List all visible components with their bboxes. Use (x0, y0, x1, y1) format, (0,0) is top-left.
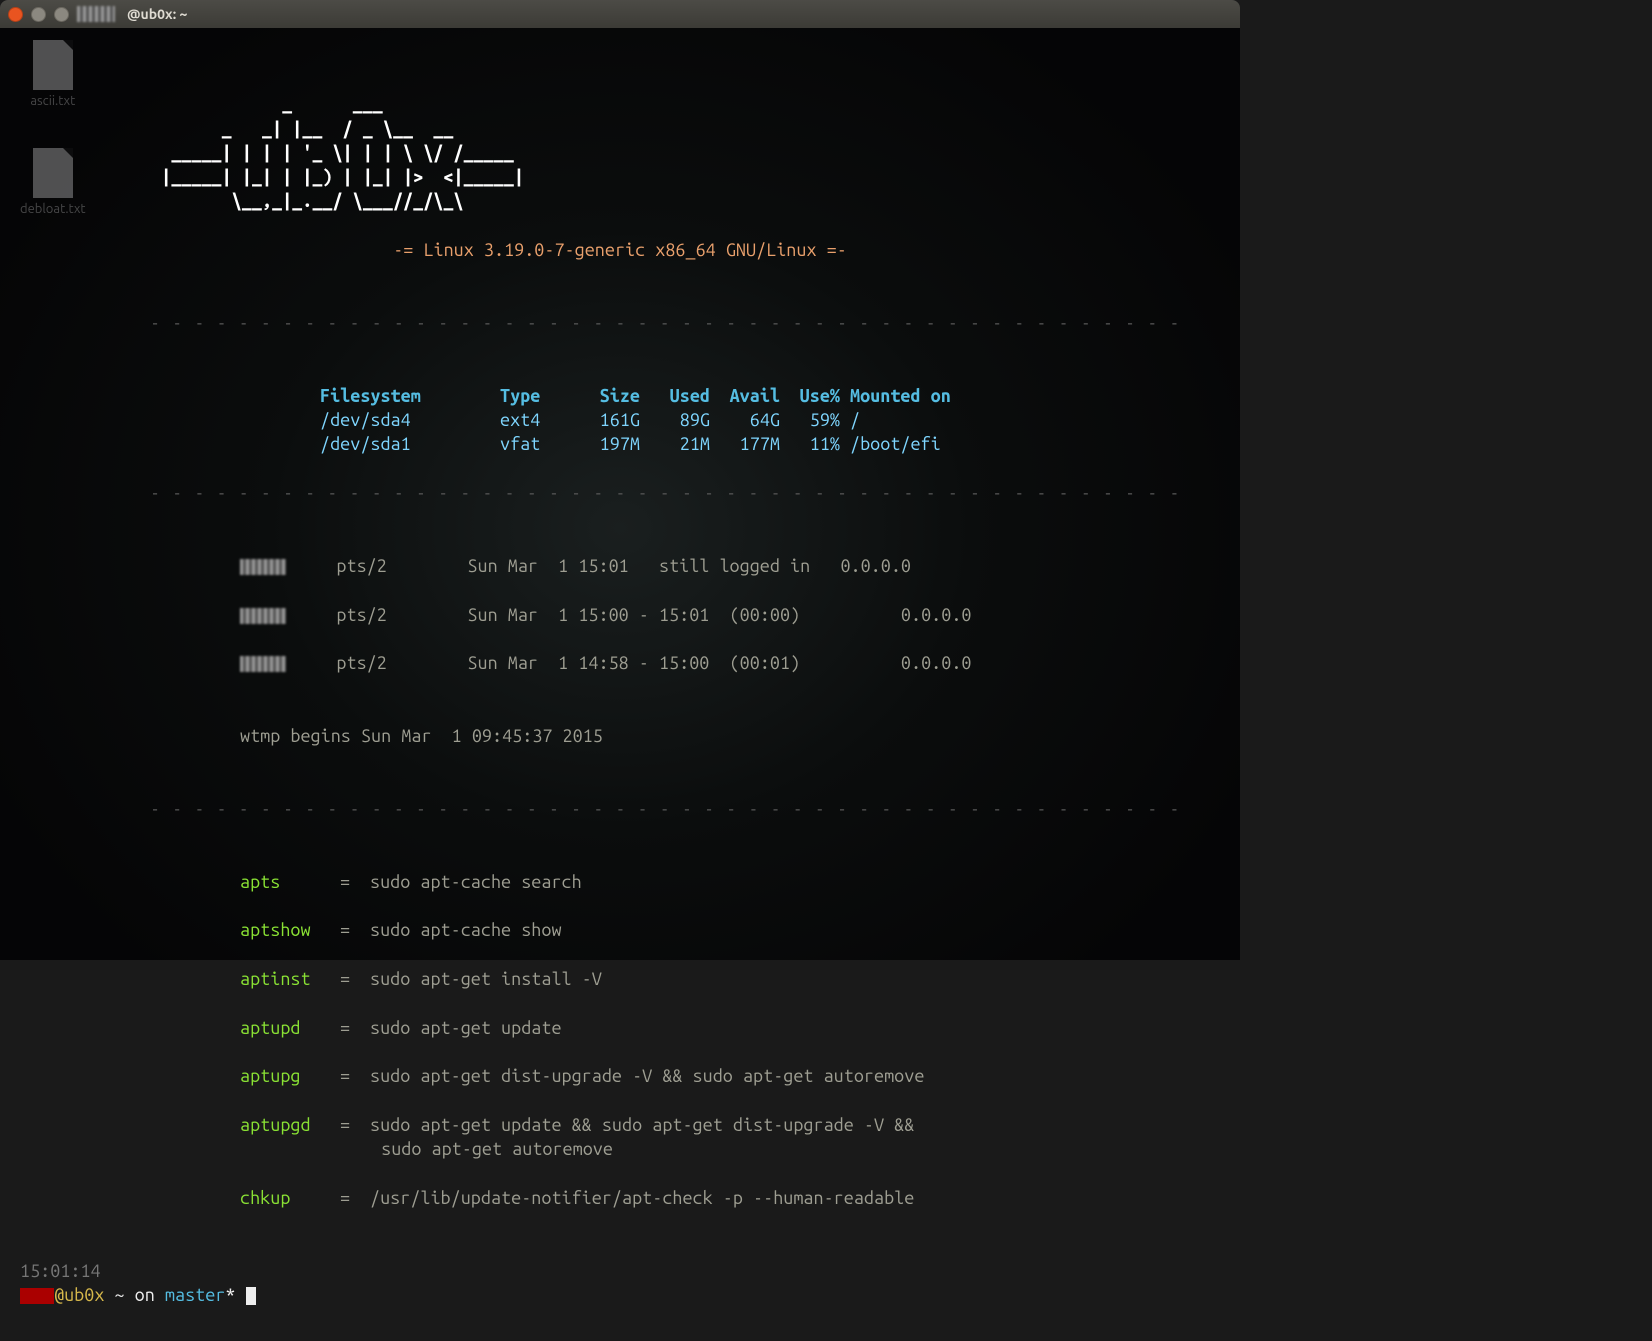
prompt[interactable]: @ub0x ~ on master* (20, 1285, 256, 1305)
alias-row: chkup=/usr/lib/update-notifier/apt-check… (20, 1186, 1220, 1210)
divider: - - - - - - - - - - - - - - - - - - - - … (20, 481, 1220, 505)
last-row: pts/2 Sun Mar 1 15:01 still logged in 0.… (20, 554, 1220, 578)
censored-username (240, 608, 286, 624)
censored-username (77, 6, 115, 22)
terminal-body[interactable]: _ ___ _ _| |__ / _ \__ __ _____| | | | '… (0, 28, 1240, 1341)
maximize-icon[interactable] (54, 7, 69, 22)
censored-username (240, 559, 286, 575)
alias-row: aptupd=sudo apt-get update (20, 1016, 1220, 1040)
fs-row: /dev/sda1vfat197M21M177M11%/boot/efi (320, 432, 1220, 456)
wtmp-line: wtmp begins Sun Mar 1 09:45:37 2015 (20, 724, 1220, 748)
prompt-time: 15:01:14 (20, 1261, 101, 1281)
cursor-icon (246, 1287, 256, 1305)
divider: - - - - - - - - - - - - - - - - - - - - … (20, 311, 1220, 335)
censored-username (240, 656, 286, 672)
divider: - - - - - - - - - - - - - - - - - - - - … (20, 797, 1220, 821)
terminal-window: @ub0x: ~ ascii.txt debloat.txt _ ___ _ _… (0, 0, 1240, 960)
alias-row: apts=sudo apt-cache search (20, 870, 1220, 894)
minimize-icon[interactable] (31, 7, 46, 22)
alias-row: aptinst=sudo apt-get install -V (20, 967, 1220, 991)
last-row: pts/2 Sun Mar 1 14:58 - 15:00 (00:01) 0.… (20, 651, 1220, 675)
fs-row: /dev/sda4ext4161G89G64G59%/ (320, 408, 1220, 432)
close-icon[interactable] (8, 7, 23, 22)
fs-header: FilesystemTypeSizeUsedAvailUse%Mounted o… (320, 384, 1220, 408)
alias-row: aptupgd=sudo apt-get update && sudo apt-… (20, 1113, 1220, 1162)
censored-username (20, 1288, 54, 1304)
last-row: pts/2 Sun Mar 1 15:00 - 15:01 (00:00) 0.… (20, 603, 1220, 627)
ascii-banner: _ ___ _ _| |__ / _ \__ __ _____| | | | '… (20, 92, 1220, 213)
alias-row: aptupg=sudo apt-get dist-upgrade -V && s… (20, 1064, 1220, 1088)
titlebar[interactable]: @ub0x: ~ (0, 0, 1240, 28)
kernel-line: -= Linux 3.19.0-7-generic x86_64 GNU/Lin… (20, 238, 1220, 262)
alias-row: aptshow=sudo apt-cache show (20, 918, 1220, 942)
window-title: @ub0x: ~ (127, 6, 187, 22)
